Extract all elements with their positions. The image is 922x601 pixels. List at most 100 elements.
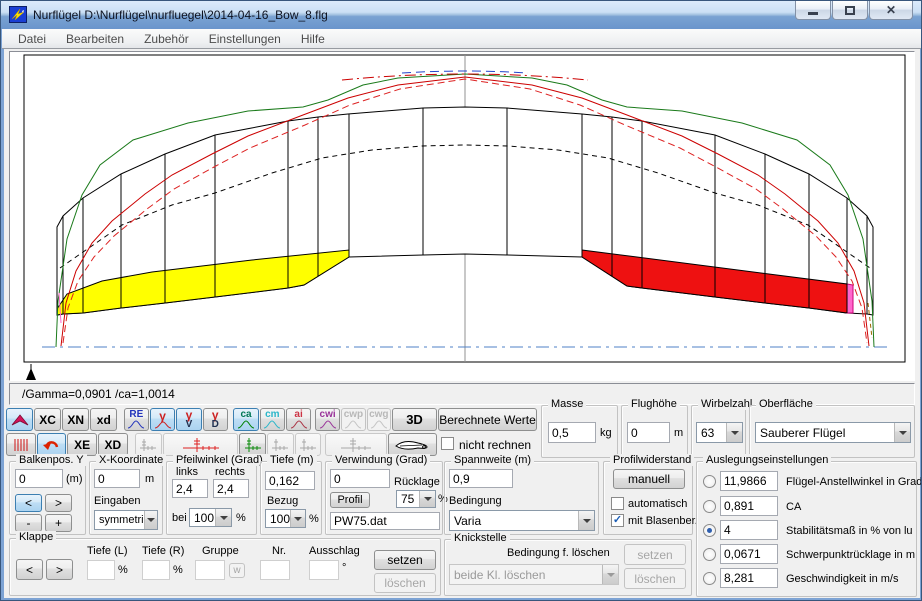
ausschlag-input[interactable]: [309, 560, 339, 580]
bezug-combo[interactable]: 100: [265, 509, 306, 528]
blasenber-checkbox[interactable]: ✓: [611, 514, 624, 527]
knickstelle-combo[interactable]: beide Kl. löschen: [449, 564, 619, 585]
gamma-d-button[interactable]: γ D: [203, 408, 228, 431]
nicht-rechnen-checkbox[interactable]: [441, 437, 454, 450]
bedingung-combo[interactable]: Varia: [449, 510, 595, 531]
balkenpos-next-button[interactable]: >: [45, 494, 72, 512]
wing-view-button[interactable]: [6, 408, 33, 431]
profil-file-input[interactable]: [330, 512, 440, 530]
cwg-button[interactable]: cwg: [367, 408, 391, 431]
berechnete-werte-button[interactable]: Berechnete Werte: [438, 408, 537, 431]
menu-datei[interactable]: Datei: [8, 30, 56, 48]
nr-label: Nr.: [272, 545, 286, 557]
right-flap-pink-tip: [847, 284, 853, 313]
ruecklage-combo[interactable]: 75: [396, 490, 436, 508]
auslegung-radio-3[interactable]: [703, 548, 716, 561]
knickstelle-setzen-button[interactable]: setzen: [624, 544, 686, 565]
nr-input[interactable]: [260, 560, 290, 580]
pfeilwinkel-links-input[interactable]: [172, 479, 208, 498]
ribs-button[interactable]: [6, 433, 36, 456]
app-window: Nurflügel D:\Nurflügel\nurfluegel\2014-0…: [0, 0, 922, 601]
tiefe-l-input[interactable]: [87, 560, 115, 580]
oberflaeche-combo[interactable]: Sauberer Flügel: [755, 422, 911, 443]
menu-bearbeiten[interactable]: Bearbeiten: [56, 30, 134, 48]
tiefe-r-input[interactable]: [142, 560, 170, 580]
gruppe-input[interactable]: [195, 560, 225, 580]
menu-zubehoer[interactable]: Zubehör: [134, 30, 199, 48]
flughoehe-unit: m: [674, 427, 683, 439]
xkoordinate-input[interactable]: [94, 469, 140, 488]
balkenpos-plus-button[interactable]: +: [45, 514, 72, 532]
auslegung-value-1[interactable]: [720, 496, 778, 516]
klappe-group: Klappe < > Tiefe (L) % Tiefe (R) % Grupp…: [9, 538, 441, 596]
wirbelzahl-combo[interactable]: 63: [696, 422, 743, 443]
balkenpos-prev-button[interactable]: <: [15, 494, 42, 512]
eingaben-combo[interactable]: symmetri: [94, 510, 158, 530]
wing-planform-canvas[interactable]: [9, 51, 915, 381]
undo-button[interactable]: [37, 433, 67, 456]
klappe-setzen-button[interactable]: setzen: [374, 550, 436, 570]
spannweite-input[interactable]: [449, 469, 513, 488]
auslegung-radio-1[interactable]: [703, 500, 716, 513]
axes-gray-wide-button[interactable]: [325, 433, 386, 456]
tiefe-input[interactable]: [265, 471, 315, 490]
auslegung-value-3[interactable]: [720, 544, 778, 564]
verwindung-input[interactable]: [330, 469, 390, 488]
cm-button[interactable]: cm: [260, 408, 285, 431]
curve-icon: [370, 420, 388, 429]
balkenpos-input[interactable]: [15, 469, 63, 488]
gamma-button[interactable]: γ: [150, 408, 175, 431]
tiefe-group: Tiefe (m) Bezug 100 %: [260, 461, 322, 535]
position-marker[interactable]: [26, 364, 36, 380]
axes-green-button[interactable]: [239, 433, 266, 456]
curve-icon: [237, 420, 255, 429]
gamma-v-button[interactable]: γ V: [176, 408, 201, 431]
pfeilwinkel-rechts-input[interactable]: [213, 479, 249, 498]
profil-button[interactable]: Profil: [330, 492, 370, 508]
auslegung-label-0: Flügel-Anstellwinkel in Grad: [786, 476, 922, 488]
automatisch-checkbox[interactable]: [611, 497, 624, 510]
balkenpos-minus-button[interactable]: -: [15, 514, 42, 532]
xn-button[interactable]: XN: [62, 408, 89, 431]
klappe-label: Klappe: [16, 531, 56, 543]
bezug-label: Bezug: [267, 495, 298, 507]
gruppe-w-button[interactable]: w: [229, 563, 245, 578]
profilwiderstand-group: Profilwiderstand manuell automatisch ✓ m…: [603, 461, 693, 535]
axes-gray-button-3[interactable]: [295, 433, 322, 456]
axes-gray-button-1[interactable]: [135, 433, 163, 456]
xe-button[interactable]: XE: [67, 433, 97, 456]
auslegung-value-4[interactable]: [720, 568, 778, 588]
klappe-prev-button[interactable]: <: [16, 559, 43, 580]
axes-gray-button-2[interactable]: [267, 433, 294, 456]
klappe-next-button[interactable]: >: [46, 559, 73, 580]
klappe-loeschen-button[interactable]: löschen: [374, 573, 436, 593]
menu-einstellungen[interactable]: Einstellungen: [199, 30, 291, 48]
flughoehe-input[interactable]: [627, 422, 670, 443]
auslegung-radio-2[interactable]: [703, 524, 716, 537]
maximize-button[interactable]: [832, 1, 868, 20]
close-button[interactable]: ✕: [869, 1, 913, 20]
auslegung-radio-4[interactable]: [703, 572, 716, 585]
axes-red-wide-button[interactable]: [163, 433, 238, 456]
three-d-button[interactable]: 3D: [392, 408, 437, 431]
minimize-button[interactable]: [795, 1, 831, 20]
airfoil-button[interactable]: [388, 433, 437, 456]
ai-button[interactable]: ai: [286, 408, 311, 431]
auslegung-value-2[interactable]: [720, 520, 778, 540]
menu-hilfe[interactable]: Hilfe: [291, 30, 335, 48]
xd-small-button[interactable]: xd: [90, 408, 117, 431]
re-button[interactable]: RE: [124, 408, 149, 431]
cwp-button[interactable]: cwp: [341, 408, 365, 431]
bei-combo[interactable]: 100: [189, 508, 232, 527]
toolbar-row-2: XE XD: [6, 433, 438, 456]
xc-button[interactable]: XC: [34, 408, 61, 431]
title-bar[interactable]: Nurflügel D:\Nurflügel\nurfluegel\2014-0…: [1, 1, 921, 29]
ca-button[interactable]: ca: [233, 408, 258, 431]
auslegung-value-0[interactable]: [720, 471, 778, 491]
cwi-button[interactable]: cwi: [315, 408, 340, 431]
xd-big-button[interactable]: XD: [98, 433, 128, 456]
masse-input[interactable]: [548, 422, 596, 443]
knickstelle-loeschen-button[interactable]: löschen: [624, 568, 686, 589]
auslegung-radio-0[interactable]: [703, 475, 716, 488]
manuell-button[interactable]: manuell: [613, 469, 685, 489]
